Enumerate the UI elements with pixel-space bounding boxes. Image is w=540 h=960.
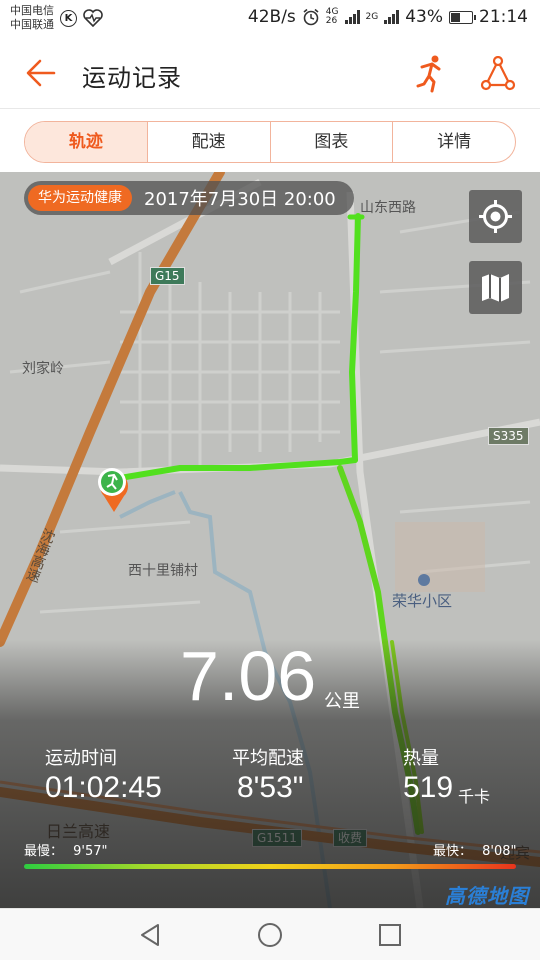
carrier-info: 中国电信 中国联通 xyxy=(10,4,54,32)
status-icons-right: 42B/s 4G 26 2G 43% 21:14 xyxy=(248,7,528,27)
distance-value: 7.06 xyxy=(180,637,317,715)
signal-2-icon xyxy=(384,10,400,24)
battery-icon xyxy=(449,10,476,24)
duration-label: 运动时间 xyxy=(45,748,117,769)
slowest-value: 9'57" xyxy=(73,844,108,859)
start-marker xyxy=(98,468,128,512)
pace-gradient-bar xyxy=(24,864,516,869)
tab-pace[interactable]: 配速 xyxy=(148,122,271,162)
road-badge-fee: 收费 xyxy=(333,829,368,847)
page-title: 运动记录 xyxy=(82,64,182,92)
map-label-rilan: 日兰高速 xyxy=(46,822,111,841)
map-icon xyxy=(482,274,509,302)
map-label-xishilipu: 西十里铺村 xyxy=(128,563,198,579)
record-info-pill: 华为运动健康 2017年7月30日 20:00 xyxy=(24,181,354,215)
locate-icon xyxy=(479,200,512,233)
fastest-label: 最快： xyxy=(433,844,473,859)
network-2: 2G xyxy=(365,11,379,22)
distance-unit: 公里 xyxy=(324,691,360,712)
road-badge-g1511: G1511 xyxy=(252,829,302,847)
fastest-pace: 最快： 8'08" xyxy=(433,840,517,859)
tab-track[interactable]: 轨迹 xyxy=(25,122,148,162)
system-nav-bar xyxy=(0,908,540,960)
tab-chart[interactable]: 图表 xyxy=(271,122,394,162)
clock: 21:14 xyxy=(479,7,528,27)
carrier-2: 中国联通 xyxy=(10,18,54,31)
tab-bar: 轨迹 配速 图表 详情 xyxy=(24,121,516,163)
map-label-liujialing: 刘家岭 xyxy=(22,361,64,377)
tab-details[interactable]: 详情 xyxy=(393,122,515,162)
pace-label: 平均配速 xyxy=(232,748,304,769)
nav-back-icon[interactable] xyxy=(136,921,164,949)
network-1: 4G 26 xyxy=(325,7,339,26)
calories-label: 热量 xyxy=(403,748,439,769)
duration-value: 01:02:45 xyxy=(45,771,162,804)
slowest-label: 最慢： xyxy=(24,844,64,859)
alarm-icon xyxy=(303,8,319,26)
calories-value: 519 xyxy=(403,771,454,804)
share-route-icon[interactable] xyxy=(480,56,516,92)
back-arrow-icon[interactable] xyxy=(24,56,58,90)
road-badge-g15: G15 xyxy=(150,267,185,285)
nav-home-icon[interactable] xyxy=(256,921,284,949)
locate-button[interactable] xyxy=(469,190,522,243)
signal-1-icon xyxy=(344,10,360,24)
fastest-value: 8'08" xyxy=(482,844,517,859)
heart-rate-icon xyxy=(83,9,103,27)
road-badge-s335: S335 xyxy=(488,427,529,445)
pace-value: 8'53" xyxy=(237,771,304,804)
map-label-shandong: 山东西路 xyxy=(360,200,416,216)
map-layers-button[interactable] xyxy=(469,261,522,314)
amap-logo: 高德地图 xyxy=(445,884,529,908)
k-circle-icon: K xyxy=(60,9,77,27)
status-icons-left: K xyxy=(60,9,103,27)
calories-unit: 千卡 xyxy=(458,787,491,806)
record-datetime: 2017年7月30日 20:00 xyxy=(144,189,336,210)
map-label-ronghua: 荣华小区 xyxy=(392,592,453,610)
net-speed: 42B/s xyxy=(247,7,296,27)
slowest-pace: 最慢： 9'57" xyxy=(24,840,108,859)
brand-label: 华为运动健康 xyxy=(28,185,132,211)
header-divider xyxy=(0,108,540,109)
status-bar: 中国电信 中国联通 K 42B/s 4G 26 2G 43% 21:14 xyxy=(0,0,540,36)
nav-recent-icon[interactable] xyxy=(376,921,404,949)
battery-percent: 43% xyxy=(405,7,443,27)
app-header: 运动记录 xyxy=(0,36,540,110)
carrier-1: 中国电信 xyxy=(10,4,54,17)
runner-icon[interactable] xyxy=(412,54,446,94)
